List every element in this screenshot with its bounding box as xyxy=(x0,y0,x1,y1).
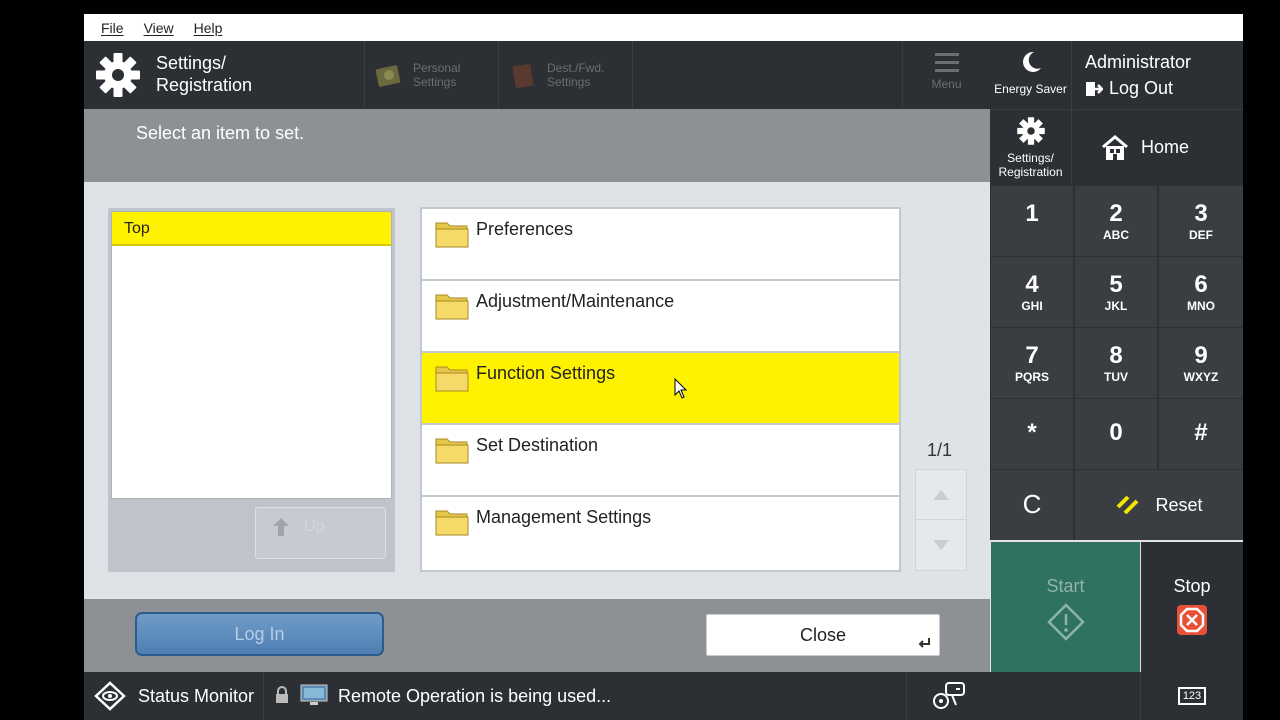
tree-item-top[interactable]: Top xyxy=(112,212,391,246)
folder-icon xyxy=(435,510,469,536)
reset-icon xyxy=(1117,495,1139,515)
menu-bar: File View Help xyxy=(84,14,1243,41)
clear-button[interactable]: C xyxy=(991,470,1073,540)
navigation-tree-panel: Top Up xyxy=(108,208,395,572)
dest-fwd-settings-button[interactable]: Dest./Fwd. Settings xyxy=(498,41,632,109)
folder-icon xyxy=(435,366,469,392)
list-item-set-destination[interactable]: Set Destination xyxy=(422,425,899,497)
folder-icon xyxy=(435,438,469,464)
mouse-cursor-icon xyxy=(674,378,688,399)
scroll-up-button[interactable] xyxy=(916,470,966,520)
key-9[interactable]: 9 WXYZ xyxy=(1159,328,1243,398)
remote-monitor-icon xyxy=(300,684,328,705)
gear-icon xyxy=(96,53,140,97)
logout-icon xyxy=(1086,81,1103,96)
page-title: Settings/ Registration xyxy=(156,53,253,95)
energy-saver-button[interactable]: Energy Saver xyxy=(990,41,1072,109)
action-bar: Log In Close xyxy=(84,599,990,672)
key-8[interactable]: 8 TUV xyxy=(1075,328,1157,398)
network-button[interactable] xyxy=(906,672,990,720)
key-7[interactable]: 7 PQRS xyxy=(991,328,1073,398)
list-item-preferences[interactable]: Preferences xyxy=(422,209,899,281)
key-hash[interactable]: # xyxy=(1159,399,1243,469)
gear-icon xyxy=(1016,117,1045,145)
top-bar: Settings/ Registration Personal Settings… xyxy=(84,41,990,109)
key-0[interactable]: 0 xyxy=(1075,399,1157,469)
right-panel: Energy Saver Administrator Log Out Setti… xyxy=(990,41,1243,185)
key-5[interactable]: 5 JKL xyxy=(1075,257,1157,327)
settings-registration-button[interactable]: Settings/ Registration xyxy=(990,109,1072,185)
network-icon xyxy=(932,682,965,709)
menu-button[interactable]: Menu xyxy=(902,41,990,109)
enter-arrow-icon xyxy=(918,638,930,648)
input-mode-button[interactable]: 123 xyxy=(1140,672,1243,720)
status-monitor-icon xyxy=(94,681,126,711)
status-bar: Status Monitor Remote Operation is being… xyxy=(84,672,1243,720)
start-button[interactable]: Start xyxy=(991,542,1140,672)
up-arrow-icon xyxy=(273,518,289,536)
user-area: Administrator Log Out xyxy=(1073,41,1243,109)
key-4[interactable]: 4 GHI xyxy=(991,257,1073,327)
scroll-down-button[interactable] xyxy=(916,520,966,570)
address-book-icon xyxy=(512,64,534,88)
scroll-buttons xyxy=(915,469,967,571)
key-6[interactable]: 6 MNO xyxy=(1159,257,1243,327)
lock-icon xyxy=(276,686,288,703)
tree-list: Top xyxy=(111,211,392,499)
moon-icon xyxy=(1022,51,1041,72)
user-name: Administrator xyxy=(1085,52,1192,72)
status-monitor-button[interactable]: Status Monitor xyxy=(84,672,264,720)
start-icon xyxy=(1046,603,1085,641)
empty-shortcut-slot xyxy=(632,41,902,109)
triangle-up-icon xyxy=(933,489,949,500)
menu-view[interactable]: View xyxy=(144,20,174,36)
personal-settings-icon xyxy=(375,65,401,87)
status-message: Remote Operation is being used... xyxy=(338,686,612,706)
key-3[interactable]: 3 DEF xyxy=(1159,186,1243,256)
remote-ui-frame: File View Help Settings/ Registration Pe… xyxy=(84,14,1243,720)
hamburger-icon xyxy=(934,53,959,72)
key-star[interactable]: * xyxy=(991,399,1073,469)
menu-help[interactable]: Help xyxy=(194,20,223,36)
home-button[interactable]: Home xyxy=(1073,109,1243,185)
triangle-down-icon xyxy=(933,540,949,550)
stop-button[interactable]: Stop xyxy=(1141,542,1243,672)
menu-file[interactable]: File xyxy=(101,20,124,36)
key-1[interactable]: 1 xyxy=(991,186,1073,256)
settings-list: Preferences Adjustment/Maintenance Funct… xyxy=(420,207,901,572)
stop-icon xyxy=(1177,605,1207,635)
close-button[interactable]: Close xyxy=(706,614,940,656)
list-item-function-settings[interactable]: Function Settings xyxy=(422,353,899,425)
home-icon xyxy=(1102,134,1128,160)
logout-button[interactable]: Log Out xyxy=(1085,78,1243,99)
reset-button[interactable]: Reset xyxy=(1075,470,1243,540)
numeric-keypad: 1 2 ABC 3 DEF 4 GHI 5 JKL 6 MNO 7 PQRS 8 TUV 9W… xyxy=(990,185,1243,540)
folder-icon xyxy=(435,222,469,248)
instruction-text: Select an item to set. xyxy=(136,123,305,143)
folder-icon xyxy=(435,294,469,320)
personal-settings-button[interactable]: Personal Settings xyxy=(364,41,498,109)
instruction-strip: Select an item to set. xyxy=(84,109,990,182)
page-indicator: 1/1 xyxy=(927,440,953,460)
list-item-adjustment-maintenance[interactable]: Adjustment/Maintenance xyxy=(422,281,899,353)
up-button[interactable]: Up xyxy=(255,507,386,559)
key-2[interactable]: 2 ABC xyxy=(1075,186,1157,256)
list-item-management-settings[interactable]: Management Settings xyxy=(422,497,899,570)
login-button[interactable]: Log In xyxy=(135,612,384,656)
